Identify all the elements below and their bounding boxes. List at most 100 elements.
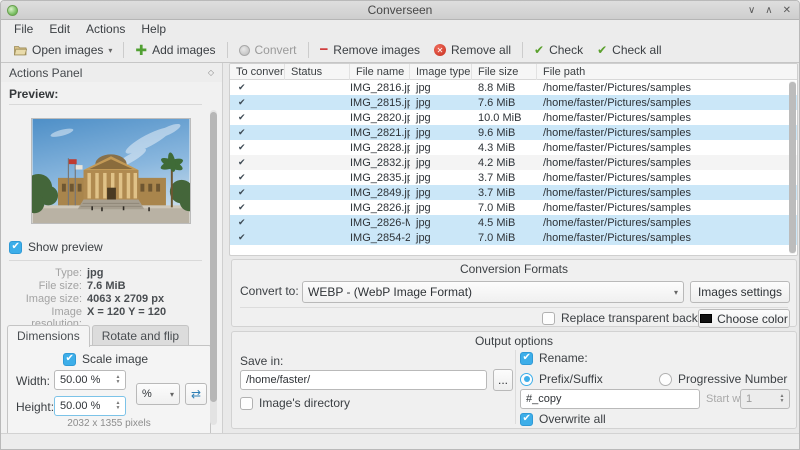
checkbox-icon — [9, 240, 22, 254]
tab-dimensions[interactable]: Dimensions — [7, 325, 90, 347]
rename-pattern-input[interactable]: #_copy — [520, 389, 700, 409]
menu-actions[interactable]: Actions — [79, 21, 132, 37]
table-scrollbar[interactable] — [789, 81, 796, 254]
table-row[interactable]: ✔ IMG_2826.jpg jpg 7.0 MiB /home/faster/… — [230, 200, 797, 215]
row-checked-icon[interactable]: ✔ — [230, 142, 285, 153]
folder-open-icon — [14, 45, 27, 55]
table-row[interactable]: ✔ IMG_2826-M... jpg 4.5 MiB /home/faster… — [230, 215, 797, 230]
row-file-name: IMG_2815.jpg — [350, 96, 410, 109]
overwrite-all-checkbox[interactable]: Overwrite all — [520, 412, 606, 426]
row-checked-icon[interactable]: ✔ — [230, 202, 285, 213]
app-icon — [7, 5, 18, 16]
remove-images-button[interactable]: − Remove images — [313, 41, 427, 59]
toolbar-separator — [226, 42, 228, 58]
check-all-button[interactable]: ✔ Check all — [590, 41, 668, 59]
remove-all-button[interactable]: ✕ Remove all — [427, 41, 518, 59]
show-preview-label: Show preview — [28, 240, 103, 254]
row-checked-icon[interactable]: ✔ — [230, 112, 285, 123]
spinner-arrows-icon[interactable]: ▲ ▼ — [111, 375, 125, 385]
check-label: Check — [549, 43, 584, 57]
images-settings-button[interactable]: Images settings — [690, 281, 790, 303]
tab-rotate-flip[interactable]: Rotate and flip — [91, 325, 190, 347]
actions-panel-body: Preview: ✔ Show preview Type: jpg File s… — [1, 82, 222, 449]
row-checked-icon[interactable]: ✔ — [230, 172, 285, 183]
show-preview-checkbox[interactable]: Show preview — [9, 240, 103, 254]
width-spinbox[interactable]: 50.00 % ▲ ▼ — [54, 370, 126, 390]
row-image-type: jpg — [416, 156, 431, 169]
actions-panel-header: Actions Panel ◇ — [1, 63, 222, 82]
format-value: WEBP - (WebP Image Format) — [308, 285, 473, 299]
column-to-convert[interactable]: To convert — [230, 64, 285, 80]
table-row[interactable]: ✔ IMG_2815.jpg jpg 7.6 MiB /home/faster/… — [230, 95, 797, 110]
images-directory-checkbox[interactable]: Image's directory — [240, 396, 350, 410]
height-label: Height: — [16, 400, 55, 414]
minimize-button[interactable]: ∨ — [748, 5, 755, 16]
row-file-size: 4.5 MiB — [478, 216, 516, 229]
height-spinbox[interactable]: 50.00 % ▲ ▼ — [54, 396, 126, 416]
float-panel-icon[interactable]: ◇ — [208, 68, 214, 77]
menu-file[interactable]: File — [7, 21, 40, 37]
table-row[interactable]: ✔ IMG_2816.jpg jpg 8.8 MiB /home/faster/… — [230, 80, 797, 95]
rename-checkbox[interactable]: Rename: — [520, 351, 588, 365]
row-file-path: /home/faster/Pictures/samples — [543, 111, 691, 124]
progressive-number-radio[interactable]: Progressive Number — [659, 372, 787, 386]
table-row[interactable]: ✔ IMG_2849.jpg jpg 3.7 MiB /home/faster/… — [230, 185, 797, 200]
chevron-down-icon: ▾ — [108, 45, 113, 55]
open-images-button[interactable]: Open images ▾ — [7, 41, 119, 59]
add-icon: ✚ — [135, 42, 148, 58]
column-status[interactable]: Status — [285, 64, 350, 80]
browse-button[interactable]: ... — [493, 369, 513, 391]
menu-help[interactable]: Help — [134, 21, 173, 37]
table-row[interactable]: ✔ IMG_2832.jpg jpg 4.2 MiB /home/faster/… — [230, 155, 797, 170]
row-image-type: jpg — [416, 216, 431, 229]
save-in-input[interactable]: /home/faster/ — [240, 370, 487, 390]
row-checked-icon[interactable]: ✔ — [230, 82, 285, 93]
remove-images-label: Remove images — [333, 43, 420, 57]
table-row[interactable]: ✔ IMG_2821.jpg jpg 9.6 MiB /home/faster/… — [230, 125, 797, 140]
column-file-path[interactable]: File path — [537, 64, 797, 80]
table-row[interactable]: ✔ IMG_2835.jpg jpg 3.7 MiB /home/faster/… — [230, 170, 797, 185]
row-checked-icon[interactable]: ✔ — [230, 187, 285, 198]
prefix-suffix-radio[interactable]: Prefix/Suffix — [520, 372, 603, 386]
row-checked-icon[interactable]: ✔ — [230, 232, 285, 243]
start-with-spinbox[interactable]: 1 ▲ ▼ — [740, 389, 790, 409]
row-image-type: jpg — [416, 231, 431, 244]
swap-dimensions-button[interactable]: ⇄ — [185, 383, 207, 405]
spinner-arrows-icon[interactable]: ▲ ▼ — [111, 401, 125, 411]
scale-image-checkbox[interactable]: Scale image — [63, 352, 148, 366]
format-combobox[interactable]: WEBP - (WebP Image Format) ▾ — [302, 281, 684, 303]
column-file-name[interactable]: File name — [350, 64, 410, 80]
choose-color-button[interactable]: Choose color — [698, 309, 790, 328]
row-image-type: jpg — [416, 186, 431, 199]
table-row[interactable]: ✔ IMG_2854-2.j... jpg 7.0 MiB /home/fast… — [230, 230, 797, 245]
row-file-size: 7.6 MiB — [478, 96, 516, 109]
row-checked-icon[interactable]: ✔ — [230, 157, 285, 168]
close-button[interactable]: ✕ — [783, 5, 791, 16]
check-button[interactable]: ✔ Check — [527, 41, 590, 59]
preview-label: Preview: — [9, 87, 59, 101]
column-image-type[interactable]: Image type — [410, 64, 472, 80]
check-all-icon: ✔ — [597, 43, 608, 57]
panel-scrollbar[interactable] — [210, 110, 217, 425]
table-row[interactable]: ✔ IMG_2820.jpg jpg 10.0 MiB /home/faster… — [230, 110, 797, 125]
unit-combobox[interactable]: % ▾ — [136, 383, 180, 405]
row-file-path: /home/faster/Pictures/samples — [543, 186, 691, 199]
add-images-button[interactable]: ✚ Add images — [128, 41, 222, 59]
convert-button[interactable]: Convert — [232, 41, 304, 59]
row-image-type: jpg — [416, 171, 431, 184]
menu-edit[interactable]: Edit — [42, 21, 77, 37]
scrollbar-thumb[interactable] — [789, 82, 796, 253]
conversion-formats-title: Conversion Formats — [459, 262, 569, 276]
row-checked-icon[interactable]: ✔ — [230, 217, 285, 228]
column-file-size[interactable]: File size — [472, 64, 537, 80]
rename-pattern-value: #_copy — [526, 393, 562, 405]
table-row[interactable]: ✔ IMG_2828.jpg jpg 4.3 MiB /home/faster/… — [230, 140, 797, 155]
spinner-arrows-icon: ▲ ▼ — [779, 393, 785, 404]
scrollbar-thumb[interactable] — [210, 112, 217, 402]
row-image-type: jpg — [416, 96, 431, 109]
row-checked-icon[interactable]: ✔ — [230, 127, 285, 138]
row-file-size: 7.0 MiB — [478, 231, 516, 244]
row-checked-icon[interactable]: ✔ — [230, 97, 285, 108]
convert-icon — [238, 44, 250, 56]
maximize-button[interactable]: ∧ — [765, 5, 772, 16]
